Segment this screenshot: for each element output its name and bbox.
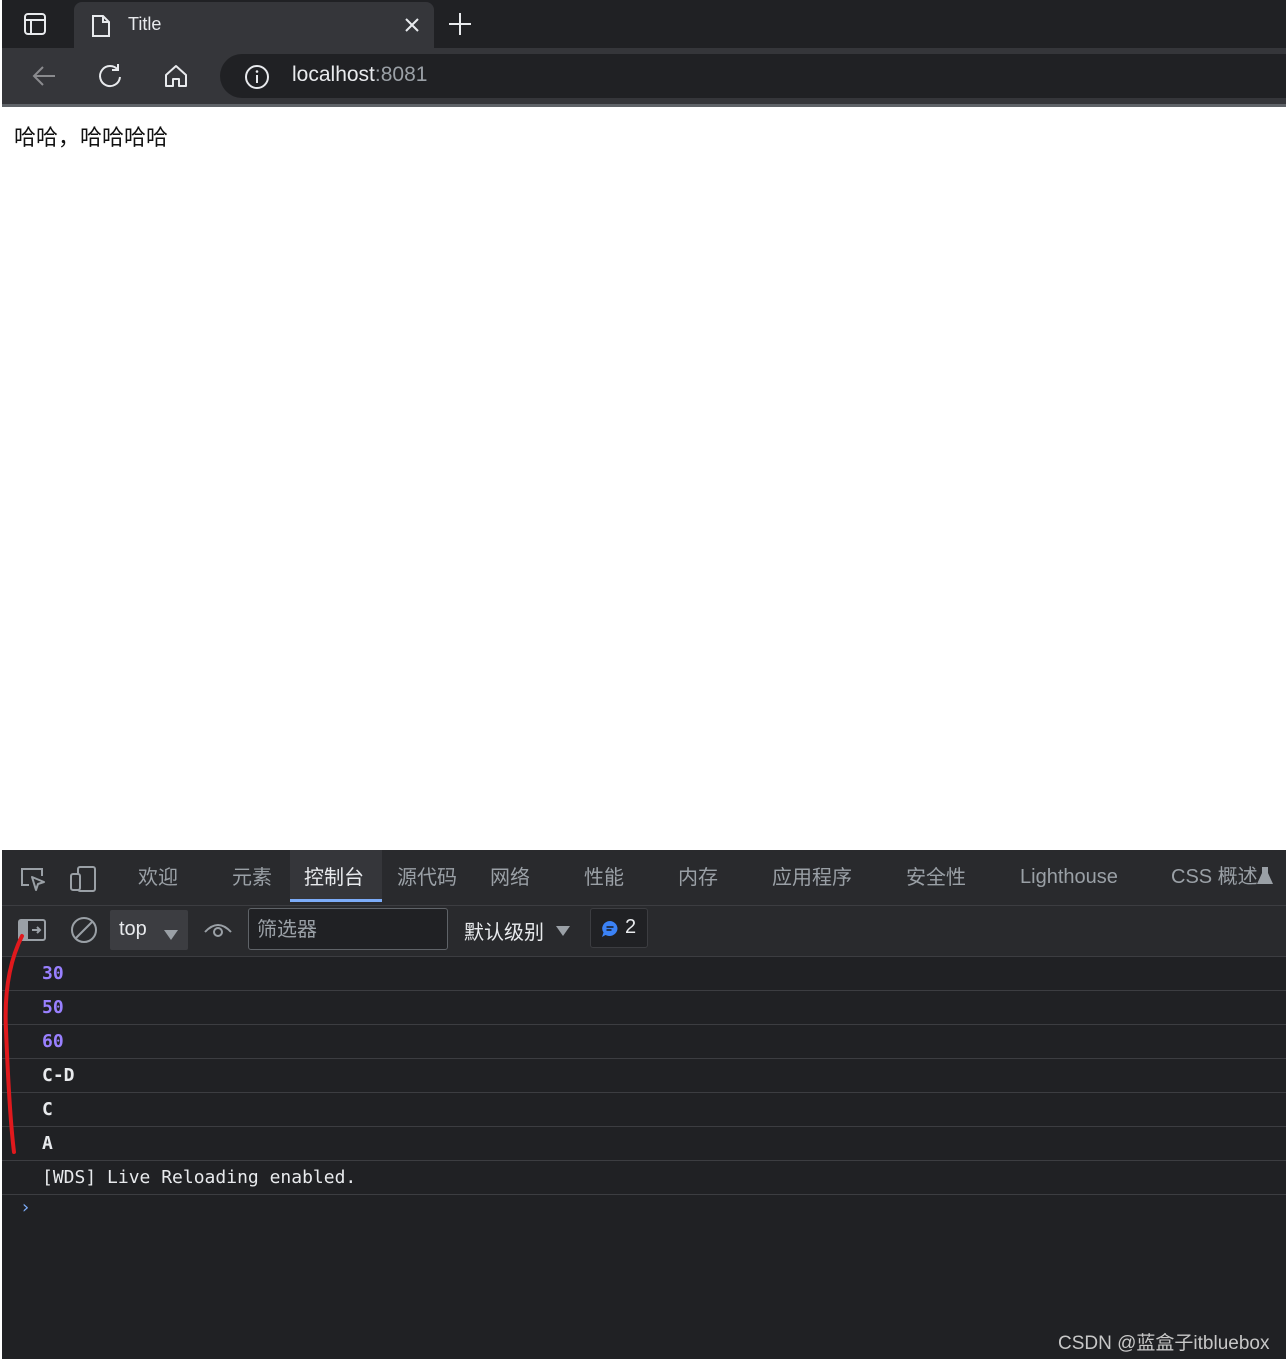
device-toolbar-icon[interactable] — [68, 865, 98, 897]
url-host: localhost — [292, 63, 375, 86]
address-bar[interactable]: localhost:8081 — [220, 54, 1286, 98]
console-text: 50 — [42, 997, 64, 1018]
dropdown-arrow-icon — [164, 925, 178, 944]
tab-console[interactable]: 控制台 — [290, 850, 382, 902]
live-expression-eye-icon[interactable] — [202, 918, 234, 946]
message-bubble-icon — [601, 920, 619, 942]
filter-input[interactable] — [249, 909, 445, 949]
devtools-tab-bar: 欢迎 元素 控制台 源代码 网络 性能 内存 应用程序 安全性 Lighthou… — [2, 850, 1286, 906]
tab-application[interactable]: 应用程序 — [758, 850, 866, 902]
console-line: 30 — [2, 957, 1286, 991]
console-line: C — [2, 1093, 1286, 1127]
tab-actions-icon[interactable] — [16, 10, 56, 38]
devtools-panel: 欢迎 元素 控制台 源代码 网络 性能 内存 应用程序 安全性 Lighthou… — [2, 850, 1286, 1359]
site-info-icon[interactable] — [244, 64, 270, 94]
console-text: A — [42, 1133, 53, 1154]
console-text: 60 — [42, 1031, 64, 1052]
tab-title: Title — [128, 14, 162, 34]
context-label: top — [119, 918, 147, 940]
tab-welcome[interactable]: 欢迎 — [124, 850, 192, 902]
document-icon — [90, 14, 112, 42]
reload-icon[interactable] — [96, 62, 124, 94]
home-icon[interactable] — [162, 62, 190, 94]
levels-arrow-icon[interactable] — [556, 921, 570, 940]
tab-css-overview[interactable]: CSS 概述 — [1157, 850, 1272, 902]
tab-security[interactable]: 安全性 — [892, 850, 980, 902]
console-line: A — [2, 1127, 1286, 1161]
tab-sources[interactable]: 源代码 — [383, 850, 471, 902]
tab-performance[interactable]: 性能 — [570, 850, 638, 902]
issues-counter-button[interactable]: 2 — [590, 908, 648, 948]
title-bar: Title — [2, 0, 1286, 48]
console-text: C-D — [42, 1065, 75, 1086]
close-tab-icon[interactable] — [402, 15, 422, 39]
experiment-icon[interactable] — [1256, 866, 1274, 890]
sidebar-toggle-icon[interactable] — [18, 918, 46, 946]
console-line: C-D — [2, 1059, 1286, 1093]
url-port: :8081 — [374, 63, 428, 86]
context-selector[interactable]: top — [110, 910, 188, 950]
tab-lighthouse[interactable]: Lighthouse — [1006, 850, 1132, 902]
console-text: [WDS] Live Reloading enabled. — [42, 1167, 357, 1188]
log-levels-dropdown[interactable]: 默认级别 — [464, 916, 544, 945]
browser-tab[interactable]: Title — [74, 2, 434, 48]
console-toolbar: top 默认级别 2 — [2, 906, 1286, 957]
watermark: CSDN @蓝盒子itbluebox — [1058, 1333, 1270, 1354]
tab-elements[interactable]: 元素 — [218, 850, 286, 902]
page-body-text: 哈哈，哈哈哈哈 — [14, 126, 169, 151]
console-output: 30 50 60 C-D C A [WDS] Live Reloading en… — [2, 957, 1286, 1218]
console-line: 60 — [2, 1025, 1286, 1059]
console-text: C — [42, 1099, 53, 1120]
tab-memory[interactable]: 内存 — [664, 850, 732, 902]
inspect-element-icon[interactable] — [18, 865, 48, 897]
console-prompt[interactable]: › — [22, 1197, 29, 1218]
console-line: [WDS] Live Reloading enabled. — [2, 1161, 1286, 1195]
clear-console-icon[interactable] — [70, 916, 98, 948]
browser-toolbar: localhost:8081 — [2, 48, 1286, 104]
console-text: 30 — [42, 963, 64, 984]
console-line: 50 — [2, 991, 1286, 1025]
tab-network[interactable]: 网络 — [476, 850, 544, 902]
new-tab-icon[interactable] — [446, 10, 474, 42]
filter-field[interactable] — [248, 908, 448, 950]
toolbar-divider — [2, 104, 1286, 107]
issues-count: 2 — [625, 916, 637, 938]
back-icon[interactable] — [30, 62, 58, 94]
url-text: localhost:8081 — [292, 63, 427, 87]
